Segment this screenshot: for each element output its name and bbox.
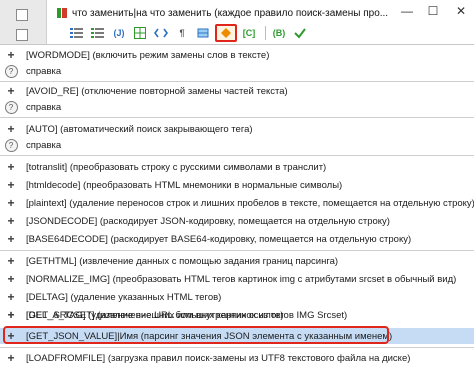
menu-item-label: [BASE64DECODE] (раскодирует BASE64-кодир… bbox=[26, 233, 412, 245]
menu-item-label: [JSONDECODE] (раскодирует JSON-кодировку… bbox=[26, 215, 390, 227]
menu-item-label: [WORDMODE] (включить режим замены слов в… bbox=[26, 49, 270, 61]
menu-item[interactable]: + [JSONDECODE] (раскодирует JSON-кодиров… bbox=[0, 213, 474, 229]
plus-icon: + bbox=[7, 254, 15, 268]
menu-item-label: [GETHTML] (извлечение данных с помощью з… bbox=[26, 255, 339, 267]
menu-item-label: [totranslit] (преобразовать строку с рус… bbox=[26, 161, 327, 173]
help-icon: ? bbox=[4, 64, 18, 78]
plus-icon: + bbox=[7, 272, 15, 286]
menu-item-label: [NORMALIZE_IMG] (преобразовать HTML тего… bbox=[26, 273, 457, 285]
toolbar-separator bbox=[265, 26, 266, 40]
menu-item-label: [GET_SRCSET] (извлечение URL больших кар… bbox=[26, 309, 348, 321]
menu-item[interactable]: + [totranslit] (преобразовать строку с р… bbox=[0, 159, 474, 175]
rules-menu: + [WORDMODE] (включить режим замены слов… bbox=[0, 44, 474, 368]
toolbar: (J) ¶ [C] (B) bbox=[68, 24, 312, 42]
menu-item-label: [AVOID_RE] (отключение повторной замены … bbox=[26, 85, 288, 97]
code-icon bbox=[154, 28, 168, 38]
menu-item[interactable]: + [AVOID_RE] (отключение повторной замен… bbox=[0, 83, 474, 99]
plus-icon: + bbox=[7, 178, 15, 192]
plus-icon: + bbox=[7, 160, 15, 174]
checkmark-icon bbox=[294, 28, 306, 39]
background-panel bbox=[0, 0, 47, 44]
menu-item-label: справка bbox=[26, 65, 62, 77]
close-button[interactable]: ✕ bbox=[452, 2, 470, 20]
b-button[interactable]: (B) bbox=[270, 25, 288, 41]
highlight-outline bbox=[3, 326, 389, 344]
menu-item[interactable]: + [NORMALIZE_IMG] (преобразовать HTML те… bbox=[0, 271, 474, 287]
menu-item[interactable]: + [plaintext] (удаление переносов строк … bbox=[0, 195, 474, 211]
menu-item[interactable]: + [DELTAG] (удаление указанных HTML тего… bbox=[0, 289, 474, 305]
menu-item-label: [LOADFROMFILE] (загрузка правил поиск-за… bbox=[26, 352, 411, 364]
title-bar: что заменить|на что заменить (каждое пра… bbox=[0, 0, 474, 44]
help-icon: ? bbox=[4, 100, 18, 114]
divider bbox=[0, 155, 474, 156]
html-tag-button[interactable] bbox=[152, 25, 170, 41]
plus-icon: + bbox=[7, 308, 15, 322]
window-title: что заменить|на что заменить (каждое пра… bbox=[72, 7, 389, 19]
strikethrough-button[interactable] bbox=[194, 25, 212, 41]
menu-item-label: [DELTAG] (удаление указанных HTML тегов) bbox=[26, 291, 222, 303]
grid-icon bbox=[134, 27, 146, 39]
divider bbox=[0, 250, 474, 251]
menu-item-label: справка bbox=[26, 139, 62, 151]
plus-icon: + bbox=[7, 232, 15, 246]
c-button[interactable]: [C] bbox=[240, 25, 258, 41]
menu-item-label: [AUTO] (автоматический поиск закрывающег… bbox=[26, 123, 253, 135]
check-button[interactable] bbox=[291, 25, 309, 41]
plus-icon: + bbox=[7, 351, 15, 365]
divider bbox=[0, 117, 474, 118]
menu-item[interactable]: + [GET_SRCSET] (извлечение URL больших к… bbox=[0, 307, 474, 323]
help-item[interactable]: ? справка bbox=[0, 99, 474, 115]
maximize-button[interactable]: ☐ bbox=[424, 2, 442, 20]
plus-icon: + bbox=[7, 122, 15, 136]
list-icon[interactable] bbox=[68, 25, 86, 41]
j-button[interactable]: (J) bbox=[110, 25, 128, 41]
menu-item[interactable]: + [WORDMODE] (включить режим замены слов… bbox=[0, 47, 474, 63]
menu-item[interactable]: + [GETHTML] (извлечение данных с помощью… bbox=[0, 253, 474, 269]
menu-item-label: [htmldecode] (преобразовать HTML мнемони… bbox=[26, 179, 343, 191]
menu-item[interactable]: + [BASE64DECODE] (раскодирует BASE64-код… bbox=[0, 231, 474, 247]
numbered-list-button[interactable] bbox=[89, 25, 107, 41]
plus-icon: + bbox=[7, 290, 15, 304]
plus-icon: + bbox=[7, 48, 15, 62]
edit-icon bbox=[197, 28, 209, 38]
plus-icon: + bbox=[7, 84, 15, 98]
menu-item-label: справка bbox=[26, 101, 62, 113]
app-icon bbox=[57, 8, 67, 18]
help-item[interactable]: ? справка bbox=[0, 137, 474, 153]
bulleted-list-icon bbox=[70, 28, 83, 38]
help-icon: ? bbox=[4, 138, 18, 152]
insert-tag-button[interactable] bbox=[215, 24, 237, 42]
checkbox[interactable] bbox=[16, 29, 28, 41]
grid-button[interactable] bbox=[131, 25, 149, 41]
menu-item[interactable]: + [LOADFROMFILE] (загрузка правил поиск-… bbox=[0, 350, 474, 366]
pilcrow-button[interactable]: ¶ bbox=[173, 25, 191, 41]
numbered-list-icon bbox=[91, 28, 104, 38]
minimize-button[interactable]: — bbox=[398, 2, 416, 20]
plus-icon: + bbox=[7, 214, 15, 228]
divider bbox=[0, 347, 474, 348]
divider bbox=[0, 81, 474, 82]
diamond-icon bbox=[221, 28, 231, 38]
checkbox[interactable] bbox=[16, 9, 28, 21]
menu-item-label: [plaintext] (удаление переносов строк и … bbox=[26, 197, 474, 209]
help-item[interactable]: ? справка bbox=[0, 63, 474, 79]
plus-icon: + bbox=[7, 196, 15, 210]
menu-item[interactable]: + [AUTO] (автоматический поиск закрывающ… bbox=[0, 121, 474, 137]
menu-item[interactable]: + [htmldecode] (преобразовать HTML мнемо… bbox=[0, 177, 474, 193]
window-title-area: что заменить|на что заменить (каждое пра… bbox=[56, 5, 388, 21]
